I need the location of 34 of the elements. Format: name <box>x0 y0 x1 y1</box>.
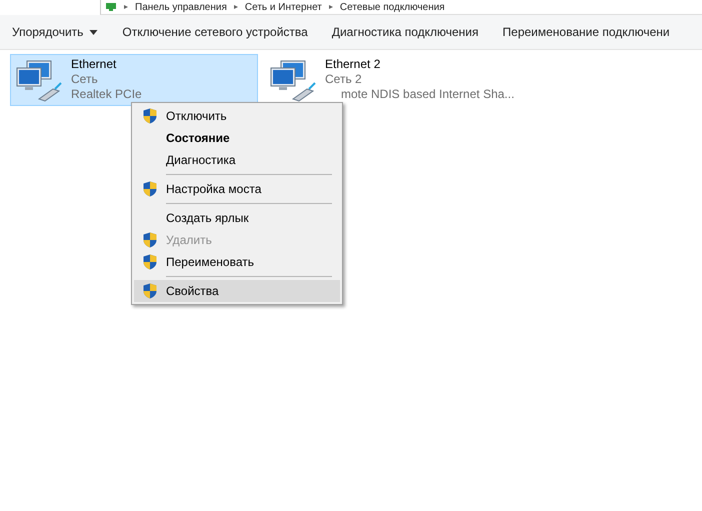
menu-item[interactable]: Свойства <box>134 280 340 302</box>
network-name: Сеть <box>71 72 99 87</box>
network-computers-icon <box>15 59 63 103</box>
shield-icon <box>143 181 157 197</box>
network-computers-icon <box>269 59 317 103</box>
shield-icon <box>143 232 157 248</box>
chevron-icon <box>328 4 334 10</box>
menu-item[interactable]: Состояние <box>134 127 340 149</box>
breadcrumb-item[interactable]: Сеть и Интернет <box>244 2 322 12</box>
toolbar-button[interactable]: Переименование подключени <box>490 19 682 45</box>
caret-icon <box>89 30 98 34</box>
network-name: Сеть 2 <box>325 72 363 87</box>
connection-item[interactable]: Ethernet 2 Сеть 2 mote NDIS based Internet Sha... <box>264 54 520 106</box>
menu-item[interactable]: Переименовать <box>134 251 340 273</box>
connection-item[interactable]: Ethernet Сеть Realtek PCIe <box>10 54 258 106</box>
menu-item[interactable]: Создать ярлык <box>134 207 340 229</box>
menu-item[interactable]: Настройка моста <box>134 178 340 200</box>
connection-name: Ethernet 2 <box>325 57 382 72</box>
chevron-icon <box>123 4 129 10</box>
adapter-name: mote NDIS based Internet Sha... <box>340 87 514 102</box>
shield-icon <box>143 283 157 299</box>
toolbar-button[interactable]: Диагностика подключения <box>320 19 491 45</box>
adapter-name: Realtek PCIe <box>71 87 142 102</box>
menu-item[interactable]: Диагностика <box>134 149 340 171</box>
breadcrumb-item[interactable]: Панель управления <box>135 2 227 12</box>
toolbar-button[interactable]: Отключение сетевого устройства <box>110 19 320 45</box>
toolbar-button[interactable]: Упорядочить <box>0 19 110 45</box>
chevron-icon <box>232 4 239 10</box>
menu-item[interactable]: Отключить <box>134 105 340 127</box>
shield-icon <box>143 254 157 270</box>
network-icon <box>105 2 117 12</box>
breadcrumb-item[interactable]: Сетевые подключения <box>340 2 445 12</box>
shield-icon <box>143 108 157 124</box>
connection-name: Ethernet <box>71 57 118 72</box>
